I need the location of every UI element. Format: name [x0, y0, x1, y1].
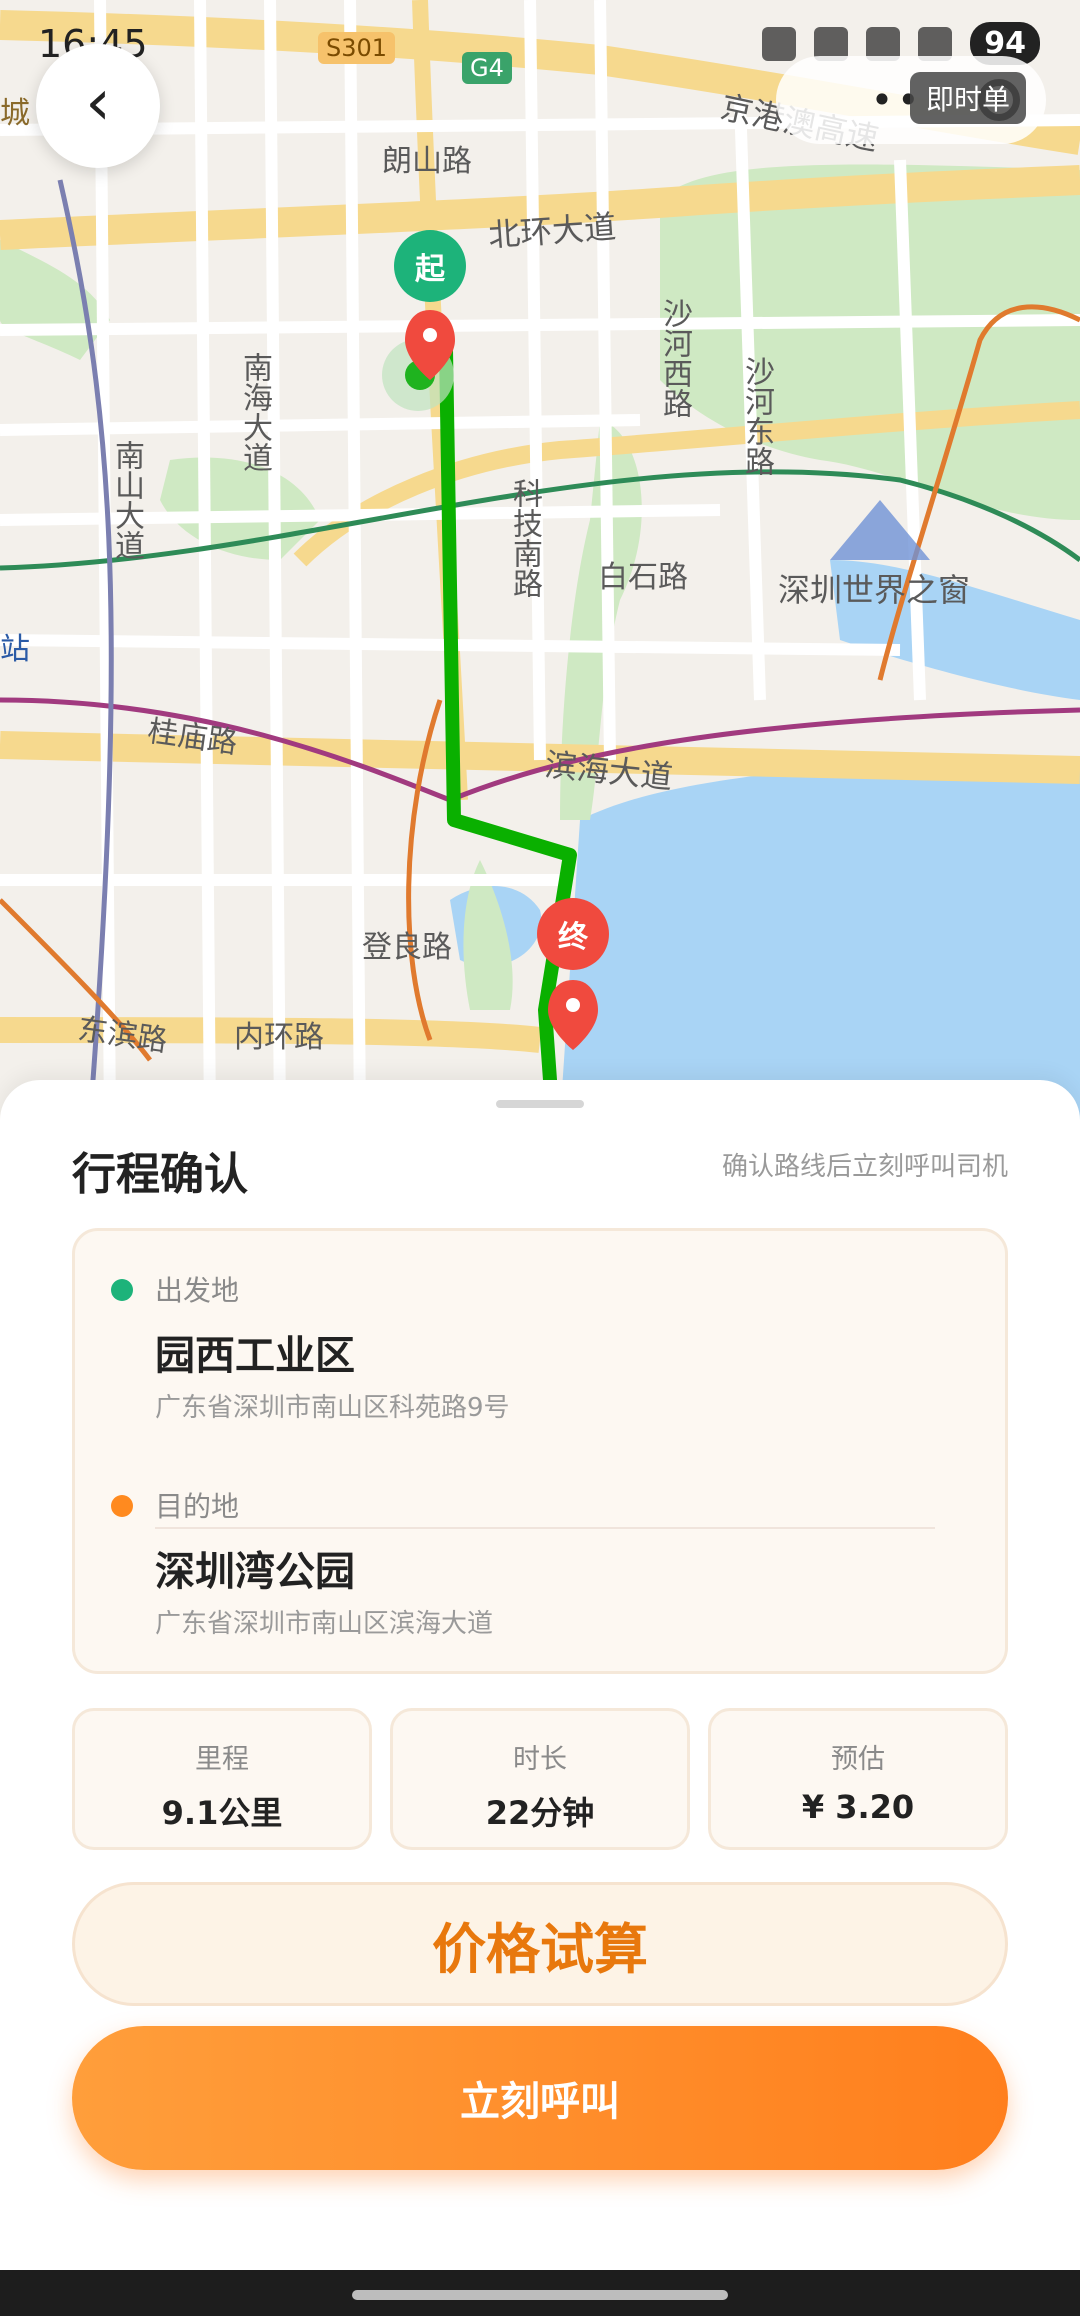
mute-icon — [762, 26, 797, 61]
origin-name[interactable]: 园西工业区 — [155, 1323, 355, 1381]
sheet-drag-handle[interactable] — [496, 1100, 584, 1108]
stat-distance: 里程 9.1公里 — [72, 1708, 372, 1850]
road-label: 科技南路 — [507, 478, 542, 598]
road-label: 白石路 — [598, 560, 688, 595]
call-now-button[interactable]: 立刻呼叫 — [72, 2026, 1008, 2170]
stat-label: 预估 — [831, 1744, 885, 1775]
origin-label: 出发地 — [155, 1274, 240, 1307]
order-type-badge: 即时单 — [909, 72, 1026, 124]
poi-label: 深圳世界之窗 — [778, 571, 971, 609]
road-label: 登良路 — [362, 930, 452, 965]
map-view[interactable]: 起 终 朗山路 北环大道 南海大道 南山大道 科技南路 沙河西路 沙河东路 白石… — [0, 0, 1080, 1120]
trip-confirm-sheet: 行程确认 确认路线后立刻呼叫司机 出发地 园西工业区 广东省深圳市南山区科苑路9… — [0, 1080, 1080, 2270]
road-label: 南海大道 — [237, 352, 272, 472]
start-badge: 起 — [394, 230, 466, 302]
back-icon: ‹ — [85, 66, 111, 140]
stat-label: 里程 — [195, 1744, 249, 1775]
road-label: 内环路 — [234, 1020, 324, 1055]
destination-dot-icon — [111, 1495, 133, 1517]
destination-name[interactable]: 深圳湾公园 — [155, 1539, 355, 1597]
destination-address: 广东省深圳市南山区滨海大道 — [155, 1609, 494, 1639]
road-label: 北环大道 — [486, 207, 618, 255]
price-calc-button[interactable]: 价格试算 — [72, 1882, 1008, 2006]
origin-address: 广东省深圳市南山区科苑路9号 — [155, 1393, 510, 1423]
route-card: 出发地 园西工业区 广东省深圳市南山区科苑路9号 目的地 深圳湾公园 广东省深圳… — [72, 1228, 1008, 1674]
origin-dot-icon — [111, 1279, 133, 1301]
back-button[interactable]: ‹ — [36, 44, 160, 168]
stat-duration: 时长 22分钟 — [390, 1708, 690, 1850]
road-label: 沙河东路 — [739, 356, 774, 476]
map-label: 站 — [0, 632, 30, 667]
road-label: 沙河西路 — [657, 298, 692, 418]
destination-label: 目的地 — [155, 1490, 240, 1523]
stat-value: 9.1公里 — [161, 1794, 283, 1832]
system-nav-bar — [0, 2270, 1080, 2316]
stat-estimate: 预估 ¥ 3.20 — [708, 1708, 1008, 1850]
end-badge: 终 — [537, 898, 609, 970]
sheet-title: 行程确认 — [72, 1149, 248, 1200]
route-divider — [155, 1527, 935, 1529]
stat-value: 22分钟 — [485, 1794, 595, 1832]
home-indicator[interactable] — [352, 2290, 728, 2300]
sheet-hint: 确认路线后立刻呼叫司机 — [721, 1152, 1008, 1182]
stat-value: ¥ 3.20 — [801, 1788, 915, 1826]
road-label: 南山大道 — [109, 440, 144, 560]
stat-label: 时长 — [513, 1744, 567, 1775]
road-label: 朗山路 — [382, 144, 472, 179]
